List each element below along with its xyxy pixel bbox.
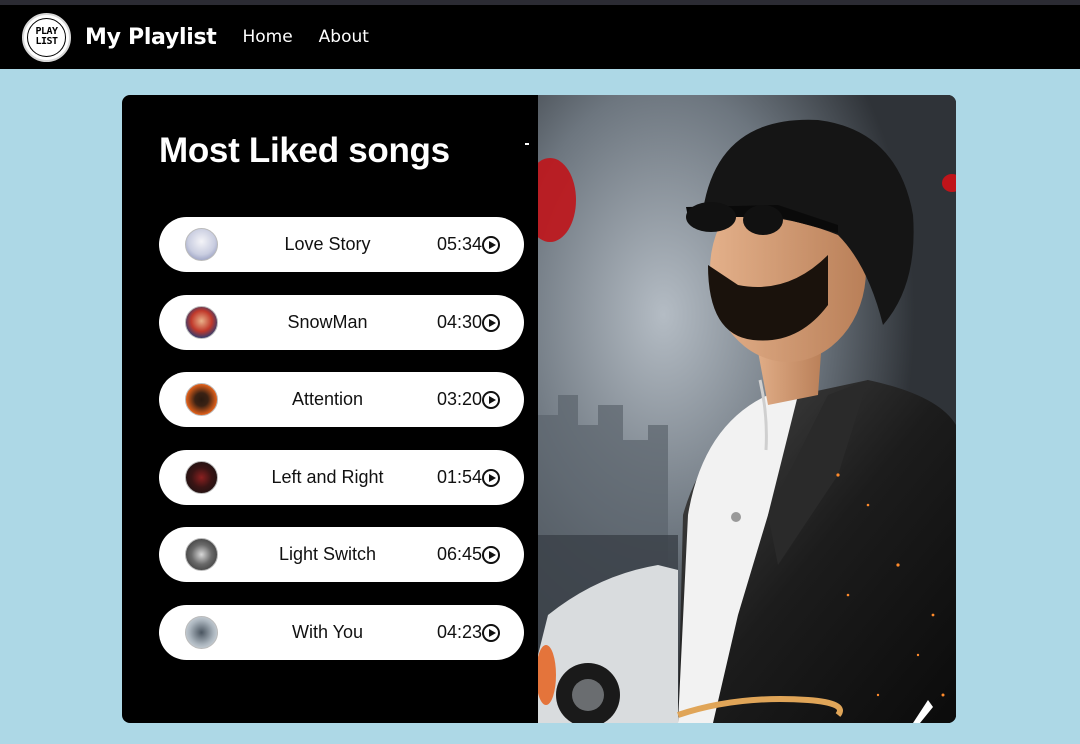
artist-photo-illustration bbox=[538, 95, 956, 723]
song-title: Light Switch bbox=[278, 544, 377, 564]
song-cover-thumbnail bbox=[185, 616, 218, 649]
song-cover-thumbnail bbox=[185, 461, 218, 494]
playlist-card: Most Liked songs Love Story 05:34 SnowMa… bbox=[122, 95, 956, 723]
navbar: PLAY LIST My Playlist Home About bbox=[0, 5, 1080, 69]
play-icon[interactable] bbox=[482, 314, 500, 332]
play-icon[interactable] bbox=[482, 236, 500, 254]
song-duration: 01:54 bbox=[437, 467, 483, 487]
song-duration: 03:20 bbox=[437, 389, 483, 409]
song-item-with-you[interactable]: With You 04:23 bbox=[159, 605, 524, 660]
song-title: SnowMan bbox=[287, 312, 368, 332]
song-item-left-and-right[interactable]: Left and Right 01:54 bbox=[159, 450, 524, 505]
song-cover-thumbnail bbox=[185, 383, 218, 416]
play-icon[interactable] bbox=[482, 391, 500, 409]
play-icon[interactable] bbox=[482, 624, 500, 642]
song-item-love-story[interactable]: Love Story 05:34 bbox=[159, 217, 524, 272]
song-title: Love Story bbox=[284, 234, 371, 254]
decorative-dash bbox=[525, 143, 529, 145]
artist-photo bbox=[538, 95, 956, 723]
song-item-snowman[interactable]: SnowMan 04:30 bbox=[159, 295, 524, 350]
page-title: Most Liked songs bbox=[159, 131, 450, 170]
song-duration: 04:23 bbox=[437, 622, 483, 642]
song-item-light-switch[interactable]: Light Switch 06:45 bbox=[159, 527, 524, 582]
song-title: Attention bbox=[291, 389, 364, 409]
song-cover-thumbnail bbox=[185, 228, 218, 261]
play-icon[interactable] bbox=[482, 469, 500, 487]
play-icon[interactable] bbox=[482, 546, 500, 564]
song-title: Left and Right bbox=[271, 467, 384, 487]
song-title: With You bbox=[291, 622, 364, 642]
playlist-logo-icon[interactable]: PLAY LIST bbox=[22, 12, 71, 62]
song-cover-thumbnail bbox=[185, 306, 218, 339]
nav-link-home[interactable]: Home bbox=[242, 27, 292, 47]
song-cover-thumbnail bbox=[185, 538, 218, 571]
song-duration: 06:45 bbox=[437, 544, 483, 564]
brand-title[interactable]: My Playlist bbox=[85, 25, 217, 50]
logo-text-bottom: LIST bbox=[35, 36, 58, 47]
logo-text: PLAY LIST bbox=[27, 17, 66, 57]
nav-link-about[interactable]: About bbox=[319, 27, 369, 47]
song-item-attention[interactable]: Attention 03:20 bbox=[159, 372, 524, 427]
song-duration: 04:30 bbox=[437, 312, 483, 332]
song-duration: 05:34 bbox=[437, 234, 483, 254]
